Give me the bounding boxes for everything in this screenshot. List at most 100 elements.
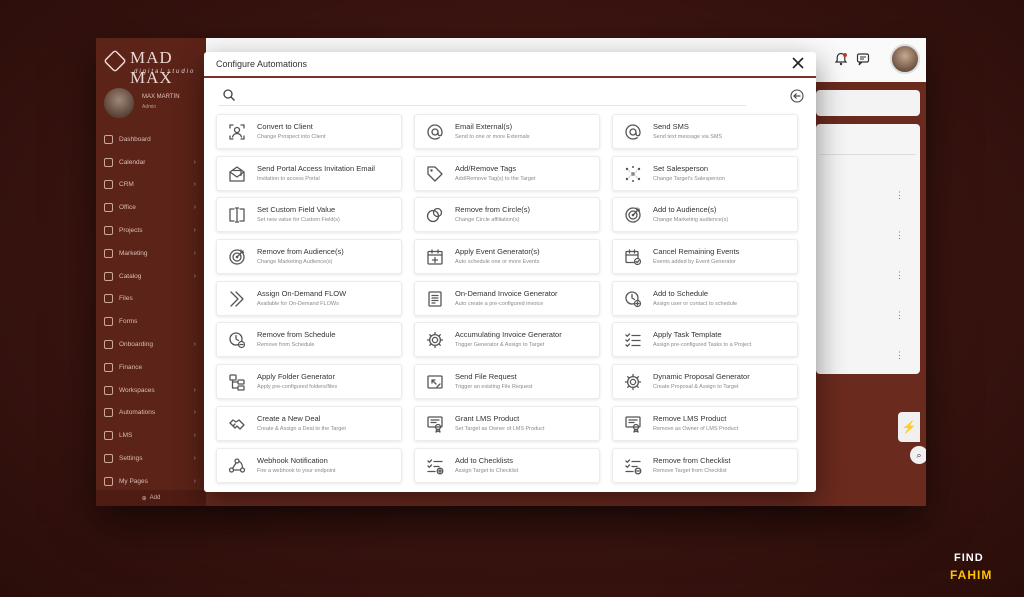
automation-description: Trigger Generator & Assign to Target bbox=[455, 342, 545, 349]
automation-card[interactable]: Send Portal Access Invitation Email Invit… bbox=[216, 155, 402, 191]
chevron-right-icon: › bbox=[193, 204, 196, 212]
sidebar-item-label: CRM bbox=[119, 181, 134, 189]
watermark-line-2: FAHIM bbox=[950, 568, 993, 582]
sidebar-item[interactable]: Settings › bbox=[96, 447, 206, 470]
chevron-right-icon: › bbox=[193, 181, 196, 189]
app-logo[interactable]: MAD MAX digital studio bbox=[102, 44, 206, 87]
sidebar-item[interactable]: Calendar › bbox=[96, 151, 206, 174]
automation-title: Send Portal Access Invitation Email bbox=[257, 163, 375, 173]
automation-card[interactable]: On-Demand Invoice Generator Auto create a… bbox=[414, 280, 600, 316]
sidebar-item[interactable]: Dashboard bbox=[96, 128, 206, 151]
automation-description: Available for On-Demand FLOWs bbox=[257, 300, 339, 307]
automation-card[interactable]: Convert to Client Change Prospect into Cl… bbox=[216, 114, 402, 149]
automation-card[interactable]: Remove from Schedule Remove from Schedule bbox=[216, 322, 402, 358]
automation-title: Create a New Deal bbox=[257, 413, 321, 423]
automation-card[interactable]: Add to Schedule Assign user or contact to… bbox=[612, 280, 798, 316]
lightning-icon[interactable]: ⚡ bbox=[898, 412, 920, 442]
sidebar-item[interactable]: Files bbox=[96, 288, 206, 311]
calendar-plus-icon bbox=[427, 249, 443, 265]
automation-title: Remove LMS Product bbox=[653, 413, 727, 423]
webhook-icon bbox=[228, 457, 246, 473]
at-icon bbox=[427, 124, 443, 140]
automation-description: Change Marketing audience(s) bbox=[653, 217, 729, 224]
sidebar-footer-button[interactable]: ⊕ Add bbox=[96, 490, 206, 506]
sidebar-item[interactable]: Onboarding › bbox=[96, 333, 206, 356]
automation-card[interactable]: Webhook Notification Fire a webhook to yo… bbox=[216, 447, 402, 483]
automation-card[interactable]: Set Custom Field Value Set new value for … bbox=[216, 197, 402, 233]
user-profile[interactable]: MAX MARTIN Admin bbox=[102, 86, 202, 120]
automation-card[interactable]: Email External(s) Send to one or more Ext… bbox=[414, 114, 600, 149]
automation-card[interactable]: Set Salesperson Change Target's Salespers… bbox=[612, 155, 798, 191]
more-icon: ⋮ bbox=[895, 310, 904, 320]
plus-icon: ⊕ bbox=[141, 495, 147, 502]
automation-card[interactable]: Assign On-Demand FLOW Available for On-De… bbox=[216, 280, 402, 316]
automation-description: Assign user or contact to schedule bbox=[653, 300, 738, 307]
sidebar-item[interactable]: Automations › bbox=[96, 402, 206, 425]
more-icon: ⋮ bbox=[895, 350, 904, 360]
sidebar-item-label: Projects bbox=[119, 227, 143, 235]
sidebar-item-label: Catalog bbox=[119, 272, 142, 280]
background-search-bar bbox=[816, 90, 920, 116]
automation-description: Auto create a pre-configured invoice bbox=[455, 300, 544, 307]
sidebar-item[interactable]: Finance bbox=[96, 356, 206, 379]
automation-grid: Convert to Client Change Prospect into Cl… bbox=[216, 114, 800, 484]
nav-icon bbox=[104, 271, 113, 281]
sidebar-item[interactable]: CRM › bbox=[96, 174, 206, 197]
automation-card[interactable]: Add/Remove Tags Add/Remove Tag(s) to the … bbox=[414, 155, 600, 191]
search-icon[interactable]: ⌕ bbox=[910, 446, 926, 464]
automation-card[interactable]: Apply Folder Generator Apply pre-configur… bbox=[216, 364, 402, 400]
sidebar-item-label: Settings bbox=[119, 455, 143, 463]
automation-card[interactable]: Remove from Circle(s) Change Circle affil… bbox=[414, 197, 600, 233]
sidebar-item[interactable]: LMS › bbox=[96, 424, 206, 447]
automation-description: Apply pre-configured folders/files bbox=[257, 384, 338, 391]
sidebar-item[interactable]: Marketing › bbox=[96, 242, 206, 265]
automation-card[interactable]: Grant LMS Product Set Target as Owner of … bbox=[414, 405, 600, 441]
automation-card[interactable]: Add to Checklists Assign Target to Checkl… bbox=[414, 447, 600, 483]
nav-icon bbox=[104, 476, 113, 486]
sidebar-item-label: Marketing bbox=[119, 249, 148, 257]
automation-card[interactable]: Remove from Checklist Remove Target from … bbox=[612, 447, 798, 483]
bell-icon[interactable] bbox=[834, 52, 848, 66]
user-avatar[interactable] bbox=[890, 44, 920, 74]
more-icon: ⋮ bbox=[895, 190, 904, 200]
sidebar-item[interactable]: Forms bbox=[96, 310, 206, 333]
automation-card[interactable]: Remove from Audience(s) Change Marketing … bbox=[216, 239, 402, 275]
automation-description: Create & Assign a Deal to the Target bbox=[257, 425, 346, 432]
automation-title: Grant LMS Product bbox=[455, 413, 520, 423]
profile-name: MAX MARTIN bbox=[142, 94, 180, 100]
automation-card[interactable]: Send File Request Trigger an existing Fil… bbox=[414, 364, 600, 400]
automation-title: Add to Schedule bbox=[653, 288, 709, 298]
back-arrow-icon[interactable] bbox=[790, 89, 804, 103]
automation-title: Remove from Schedule bbox=[257, 330, 336, 340]
sidebar-item[interactable]: Catalog › bbox=[96, 265, 206, 288]
automation-description: Change Circle affiliation(s) bbox=[455, 217, 520, 224]
cursor-field-icon bbox=[229, 207, 245, 224]
modal-header: Configure Automations bbox=[204, 52, 816, 78]
chat-icon[interactable] bbox=[856, 52, 870, 66]
automation-card[interactable]: Cancel Remaining Events Events added by E… bbox=[612, 239, 798, 275]
automation-card[interactable]: Remove LMS Product Remove as Owner of LMS… bbox=[612, 405, 798, 441]
double-chevron-icon bbox=[230, 291, 244, 307]
automation-title: Add/Remove Tags bbox=[455, 163, 517, 173]
automation-card[interactable]: Add to Audience(s) Change Marketing audie… bbox=[612, 197, 798, 233]
avatar bbox=[104, 88, 134, 118]
automation-description: Remove Target from Checklist bbox=[653, 467, 727, 474]
automation-card[interactable]: Send SMS Send text message via SMS bbox=[612, 114, 798, 149]
sidebar-item[interactable]: Workspaces › bbox=[96, 379, 206, 402]
automation-card[interactable]: Dynamic Proposal Generator Create Proposa… bbox=[612, 364, 798, 400]
automation-title: Convert to Client bbox=[257, 122, 313, 131]
chevron-right-icon: › bbox=[193, 455, 196, 463]
automation-card[interactable]: Apply Task Template Assign pre-configured… bbox=[612, 322, 798, 358]
sidebar-item[interactable]: Office › bbox=[96, 196, 206, 219]
close-button[interactable] bbox=[790, 56, 806, 72]
automation-description: Remove as Owner of LMS Product bbox=[653, 425, 738, 432]
automation-card[interactable]: Create a New Deal Create & Assign a Deal … bbox=[216, 405, 402, 441]
automation-title: Cancel Remaining Events bbox=[653, 247, 740, 257]
automation-description: Remove from Schedule bbox=[257, 342, 315, 349]
nav-icon bbox=[104, 203, 113, 213]
automation-title: Apply Folder Generator bbox=[257, 372, 335, 382]
search-input[interactable] bbox=[242, 87, 742, 105]
automation-card[interactable]: Accumulating Invoice Generator Trigger Ge… bbox=[414, 322, 600, 358]
sidebar-item[interactable]: Projects › bbox=[96, 219, 206, 242]
automation-card[interactable]: Apply Event Generator(s) Auto schedule on… bbox=[414, 239, 600, 275]
